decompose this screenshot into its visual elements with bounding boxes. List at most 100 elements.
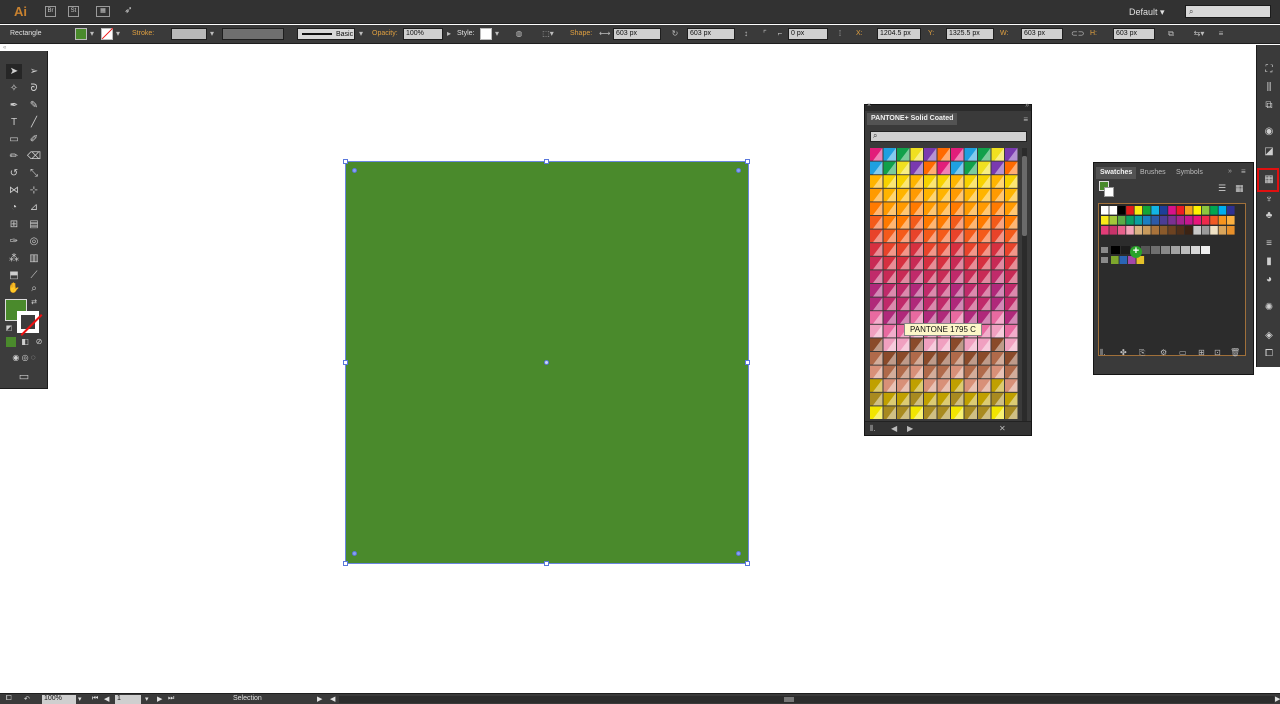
swap-fill-stroke-icon[interactable]: ⇄	[29, 295, 39, 310]
brushes-icon[interactable]: ♆	[1262, 193, 1276, 207]
collapse-icon[interactable]: »	[1025, 102, 1029, 109]
align-icon[interactable]: ⫼	[1262, 81, 1276, 95]
perspective-grid-tool-icon[interactable]: ⊿	[26, 200, 42, 215]
shape-height-field[interactable]: 603 px	[687, 28, 735, 40]
color-guide-icon[interactable]: ✺	[1262, 301, 1276, 315]
chevron-right-icon[interactable]: ▸	[444, 29, 454, 39]
zoom-level-field[interactable]: 100%	[42, 695, 76, 704]
chevron-down-icon[interactable]: ▾	[207, 29, 217, 39]
shape-label[interactable]: Shape:	[570, 30, 592, 37]
selection-handle[interactable]	[343, 159, 348, 164]
opacity-label[interactable]: Opacity:	[372, 30, 398, 37]
pantone-scrollbar[interactable]	[1022, 148, 1027, 421]
artboards-panel-icon[interactable]: ⧠	[1262, 347, 1276, 361]
stroke-label[interactable]: Stroke:	[132, 30, 154, 37]
gpu-performance-icon[interactable]: ➶	[123, 6, 134, 17]
graph-tool-icon[interactable]: ▥	[26, 251, 42, 266]
status-menu-icon[interactable]: ▶	[317, 695, 322, 703]
selection-handle[interactable]	[544, 159, 549, 164]
eraser-tool-icon[interactable]: ⌫	[26, 149, 42, 164]
shape-width-field[interactable]: 603 px	[613, 28, 661, 40]
panel-menu-icon[interactable]: ≡	[1216, 29, 1226, 39]
transform-icon[interactable]: ⧉	[1166, 29, 1176, 39]
stroke-weight-field[interactable]	[171, 28, 207, 40]
scrollbar-thumb[interactable]	[784, 697, 794, 702]
first-artboard-icon[interactable]: ⏮	[92, 695, 98, 703]
color-mode-icon[interactable]	[6, 337, 16, 347]
chevron-down-icon[interactable]: ▾	[145, 695, 149, 703]
x-field[interactable]: 1204.5 px	[877, 28, 921, 40]
shape-builder-tool-icon[interactable]: ◔	[6, 200, 22, 215]
corner-radius-field[interactable]: 0 px	[788, 28, 828, 40]
stock-button[interactable]: St	[68, 6, 79, 17]
pantone-search-input[interactable]: ⌕	[870, 131, 1027, 142]
previous-artboard-icon[interactable]: ◀	[104, 695, 109, 703]
pantone-swatch-grid[interactable]	[870, 148, 1019, 421]
workspace-switcher[interactable]: Default ▾	[1129, 7, 1165, 18]
previous-library-icon[interactable]: ◀	[891, 424, 897, 433]
rotate-tool-icon[interactable]: ↺	[6, 166, 22, 181]
curvature-tool-icon[interactable]: ✎	[26, 98, 42, 113]
zoom-tool-icon[interactable]: ⌕	[26, 281, 42, 296]
corner-type-icon[interactable]: ⌜	[760, 29, 770, 39]
hand-tool-icon[interactable]: ✋	[6, 281, 22, 296]
appearance-icon[interactable]: ◉	[1262, 125, 1276, 139]
eyedropper-tool-icon[interactable]: ✑	[6, 234, 22, 249]
link-icon[interactable]: ⊂⊃	[1071, 29, 1084, 39]
h-field[interactable]: 603 px	[1113, 28, 1155, 40]
next-library-icon[interactable]: ▶	[907, 424, 913, 433]
color-group-icon[interactable]: ⚙	[1160, 348, 1167, 357]
magic-wand-tool-icon[interactable]: ✧	[6, 81, 22, 96]
y-label[interactable]: Y:	[928, 30, 934, 37]
swatches-dock-button-highlight[interactable]	[1257, 168, 1279, 192]
mesh-tool-icon[interactable]: ⊞	[6, 217, 22, 232]
live-corner-widget[interactable]	[352, 168, 357, 173]
show-kind-icon[interactable]: ✤	[1120, 348, 1127, 357]
rotate-view-icon[interactable]: ↶	[24, 695, 30, 703]
trash-icon[interactable]: 🗑	[1230, 348, 1240, 357]
selection-handle[interactable]	[343, 561, 348, 566]
close-icon[interactable]: ×	[867, 102, 871, 109]
screen-mode-icon[interactable]: ▭	[16, 370, 32, 385]
rectangle-tool-icon[interactable]: ▭	[6, 132, 22, 147]
pen-tool-icon[interactable]: ✒	[6, 98, 22, 113]
bridge-button[interactable]: Br	[45, 6, 56, 17]
chevron-down-icon[interactable]: ▾	[492, 29, 502, 39]
scrollbar-thumb[interactable]	[1022, 156, 1027, 236]
list-view-icon[interactable]: ☰	[1218, 183, 1226, 194]
chevron-down-icon[interactable]: ▾	[78, 695, 82, 703]
gradient-icon[interactable]: ▮	[1262, 255, 1276, 269]
graphic-style-swatch[interactable]	[480, 28, 492, 40]
artboard-number-field[interactable]: 1	[115, 695, 141, 704]
swatch-grid[interactable]	[1099, 204, 1245, 264]
tab-swatches[interactable]: Swatches	[1096, 167, 1137, 179]
selection-handle[interactable]	[745, 159, 750, 164]
live-corner-widget[interactable]	[736, 551, 741, 556]
last-artboard-icon[interactable]: ⏭	[168, 695, 174, 703]
tab-symbols[interactable]: Symbols	[1172, 167, 1207, 179]
library-menu-icon[interactable]: ⫴.	[1100, 348, 1106, 358]
pathfinder-icon[interactable]: ⧉	[1262, 99, 1276, 113]
y-field[interactable]: 1325.5 px	[946, 28, 994, 40]
horizontal-scrollbar[interactable]	[339, 696, 1274, 703]
fill-swatch[interactable]	[75, 28, 87, 40]
direct-selection-tool-icon[interactable]: ➢	[26, 64, 42, 79]
isolate-group-icon[interactable]: ⇆▾	[1191, 29, 1207, 39]
stroke-swatch[interactable]	[101, 27, 114, 40]
library-menu-icon[interactable]: ⫴.	[870, 424, 876, 434]
collapse-icon[interactable]: »	[1228, 168, 1232, 175]
swatch-options-icon[interactable]: ⎘	[1139, 348, 1145, 358]
gradient-mode-icon[interactable]: ◧	[20, 337, 30, 347]
w-label[interactable]: W:	[1000, 30, 1008, 37]
selection-handle[interactable]	[745, 360, 750, 365]
blend-tool-icon[interactable]: ◎	[26, 234, 42, 249]
line-tool-icon[interactable]: ╱	[26, 115, 42, 130]
panel-menu-icon[interactable]: ≡	[1023, 115, 1028, 124]
opacity-field[interactable]: 100%	[403, 28, 443, 40]
collapse-panel-icon[interactable]: «	[3, 45, 6, 51]
new-swatch-icon[interactable]: ⊡	[1214, 348, 1221, 357]
symbols-icon[interactable]: ♣	[1262, 209, 1276, 223]
selection-handle[interactable]	[343, 360, 348, 365]
scroll-right-icon[interactable]: ▶	[1275, 695, 1280, 703]
width-tool-icon[interactable]: ⋈	[6, 183, 22, 198]
